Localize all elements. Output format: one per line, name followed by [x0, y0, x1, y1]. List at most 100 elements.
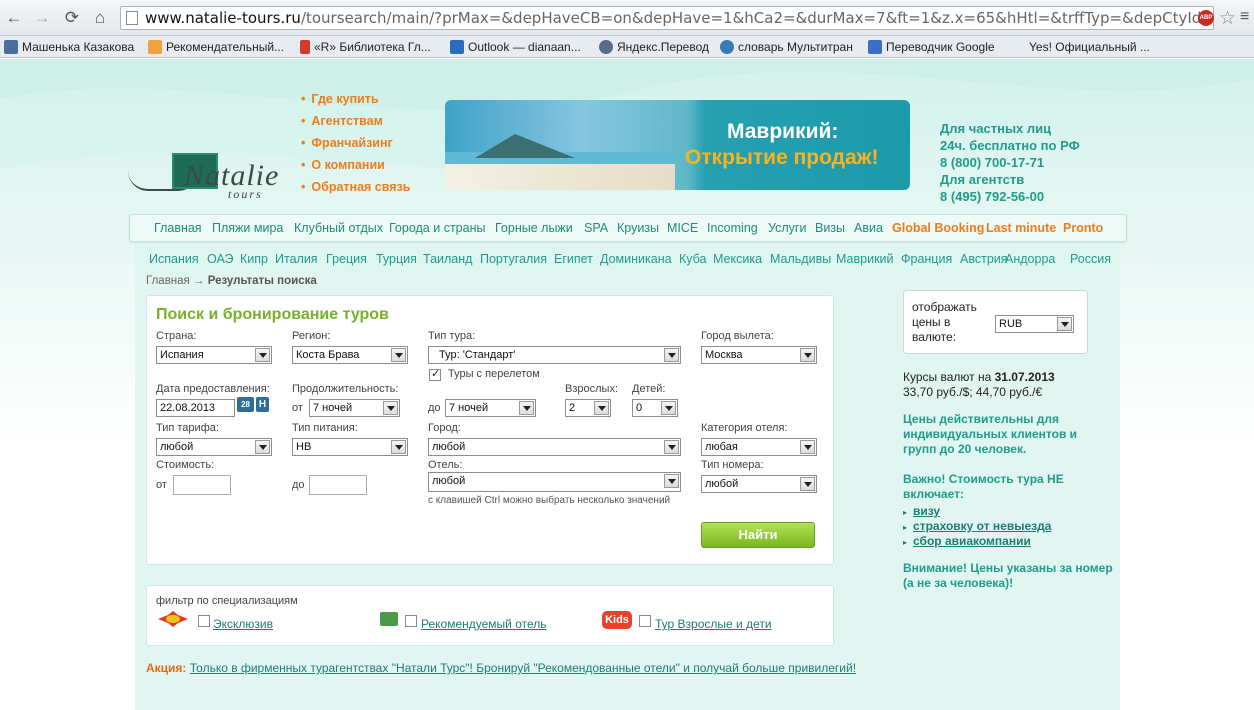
bookmark-item[interactable]: Рекомендательный... — [148, 39, 284, 55]
calendar-icon[interactable]: 28 — [237, 397, 254, 412]
chevron-down-icon — [383, 401, 398, 415]
top-link-about[interactable]: • О компании — [301, 158, 410, 180]
chevron-down-icon — [255, 440, 270, 454]
country-item[interactable]: ОАЭ — [207, 252, 234, 266]
nav-item[interactable]: Визы — [815, 221, 845, 235]
room-type-label: Тип номера: — [701, 459, 764, 471]
country-item[interactable]: Австрия — [960, 252, 1008, 266]
tariff-label: Тип тарифа: — [156, 422, 219, 434]
duration-from-select[interactable]: 7 ночей — [309, 399, 400, 417]
home-icon[interactable]: ⌂ — [90, 8, 110, 28]
search-title: Поиск и бронирование туров — [156, 306, 389, 323]
bookmark-item[interactable]: Yes! Официальный ... — [1029, 39, 1150, 55]
nav-item-pronto[interactable]: Pronto — [1063, 221, 1103, 235]
nav-item[interactable]: Клубный отдых — [294, 221, 383, 235]
tour-type-select[interactable]: Тур: 'Стандарт' — [428, 346, 681, 364]
kids-checkbox[interactable] — [639, 615, 651, 627]
date-input[interactable]: 22.08.2013 — [156, 399, 235, 417]
recommended-link[interactable]: Рекомендуемый отель — [421, 617, 547, 631]
bookmark-item[interactable]: «R» Библиотека Гл... — [300, 39, 431, 55]
top-link-agencies[interactable]: • Агентствам — [301, 114, 410, 136]
nav-item[interactable]: Главная — [154, 221, 202, 235]
nav-item[interactable]: Города и страны — [389, 221, 485, 235]
nav-item[interactable]: Пляжи мира — [212, 221, 283, 235]
region-label: Регион: — [292, 330, 331, 342]
top-link-feedback[interactable]: • Обратная связь — [301, 180, 410, 202]
logo[interactable]: Natalie tours — [128, 153, 284, 201]
bookmark-item[interactable]: Машенька Казакова — [4, 39, 134, 55]
nav-item[interactable]: Incoming — [707, 221, 758, 235]
bookmark-item[interactable]: Яндекс.Перевод — [599, 39, 709, 55]
hotel-category-select[interactable]: любая — [701, 438, 817, 456]
region-select[interactable]: Коста Брава — [292, 346, 408, 364]
price-from-input[interactable] — [173, 475, 231, 495]
country-item[interactable]: Мальдивы — [770, 252, 831, 266]
bookmark-item[interactable]: Переводчик Google — [868, 39, 995, 55]
country-item[interactable]: Египет — [554, 252, 593, 266]
country-item[interactable]: Кипр — [240, 252, 268, 266]
promo-banner[interactable]: Маврикий: Открытие продаж! — [445, 100, 910, 190]
tariff-select[interactable]: любой — [156, 438, 272, 456]
top-link-where-to-buy[interactable]: • Где купить — [301, 92, 410, 114]
back-icon[interactable]: ← — [4, 8, 24, 28]
nav-item[interactable]: Услуги — [768, 221, 806, 235]
adblock-icon[interactable]: ABP — [1198, 10, 1214, 26]
nav-item[interactable]: Авиа — [854, 221, 883, 235]
not-included-visa[interactable]: ▸ визу — [903, 504, 940, 518]
not-included-airline-fee[interactable]: ▸ сбор авиакомпании — [903, 534, 1031, 548]
country-item[interactable]: Португалия — [480, 252, 547, 266]
wrench-icon[interactable]: ≡ — [1240, 8, 1254, 28]
country-item[interactable]: Россия — [1070, 252, 1111, 266]
nav-item-global-booking[interactable]: Global Booking — [892, 221, 984, 235]
currency-select[interactable]: RUB — [995, 315, 1074, 333]
nav-item[interactable]: Горные лыжи — [495, 221, 573, 235]
country-item[interactable]: Франция — [901, 252, 952, 266]
country-item[interactable]: Доминикана — [600, 252, 672, 266]
breadcrumb-home[interactable]: Главная — [146, 275, 190, 287]
recommended-checkbox[interactable] — [405, 615, 417, 627]
country-select[interactable]: Испания — [156, 346, 272, 364]
flights-checkbox[interactable] — [429, 367, 441, 381]
address-bar[interactable]: www.natalie-tours.ru/toursearch/main/?pr… — [120, 6, 1214, 30]
kids-link[interactable]: Тур Взрослые и дети — [655, 617, 772, 631]
nav-item[interactable]: SPA — [584, 221, 608, 235]
duration-to-select[interactable]: 7 ночей — [445, 399, 536, 417]
date-label: Дата предоставления: — [156, 383, 270, 395]
exclusive-link[interactable]: Эксклюзив — [213, 617, 273, 631]
calendar-range-icon[interactable]: H — [256, 397, 269, 412]
bookmark-star-icon[interactable]: ☆ — [1219, 7, 1236, 30]
children-select[interactable]: 0 — [632, 399, 678, 417]
country-item[interactable]: Андорра — [1005, 252, 1055, 266]
city-select[interactable]: любой — [428, 438, 681, 456]
meal-select[interactable]: HB — [292, 438, 408, 456]
country-item[interactable]: Греция — [326, 252, 367, 266]
forward-icon[interactable]: → — [32, 8, 52, 28]
top-link-franchise[interactable]: • Франчайзинг — [301, 136, 410, 158]
room-type-select[interactable]: любой — [701, 475, 817, 493]
nav-item[interactable]: Круизы — [617, 221, 659, 235]
adults-select[interactable]: 2 — [565, 399, 611, 417]
country-item[interactable]: Италия — [275, 252, 318, 266]
exclusive-checkbox[interactable] — [198, 615, 210, 627]
country-item[interactable]: Мексика — [713, 252, 762, 266]
rates-title: Курсы валют на 31.07.2013 — [903, 370, 1055, 384]
country-item[interactable]: Таиланд — [423, 252, 472, 266]
country-item[interactable]: Турция — [376, 252, 417, 266]
promo-link[interactable]: Только в фирменных турагентствах "Натали… — [190, 661, 856, 675]
find-button[interactable]: Найти — [701, 522, 815, 548]
country-item[interactable]: Маврикий — [836, 252, 894, 266]
not-included-insurance[interactable]: ▸ страховку от невыезда — [903, 519, 1051, 533]
chevron-down-icon — [255, 348, 270, 362]
bookmark-item[interactable]: Outlook — dianaan... — [450, 39, 581, 55]
country-item[interactable]: Куба — [679, 252, 707, 266]
country-item[interactable]: Испания — [149, 252, 199, 266]
hotel-select[interactable]: любой — [428, 472, 681, 492]
departure-select[interactable]: Москва — [701, 346, 817, 364]
reload-icon[interactable]: ⟳ — [62, 8, 82, 28]
contacts-private-line: 24ч. бесплатно по РФ — [940, 138, 1080, 153]
nav-item-last-minute[interactable]: Last minute — [986, 221, 1056, 235]
contacts-agency-title: Для агентств — [940, 172, 1025, 187]
price-to-input[interactable] — [309, 475, 367, 495]
bookmark-item[interactable]: словарь Мультитран — [720, 39, 853, 55]
nav-item[interactable]: MICE — [667, 221, 698, 235]
